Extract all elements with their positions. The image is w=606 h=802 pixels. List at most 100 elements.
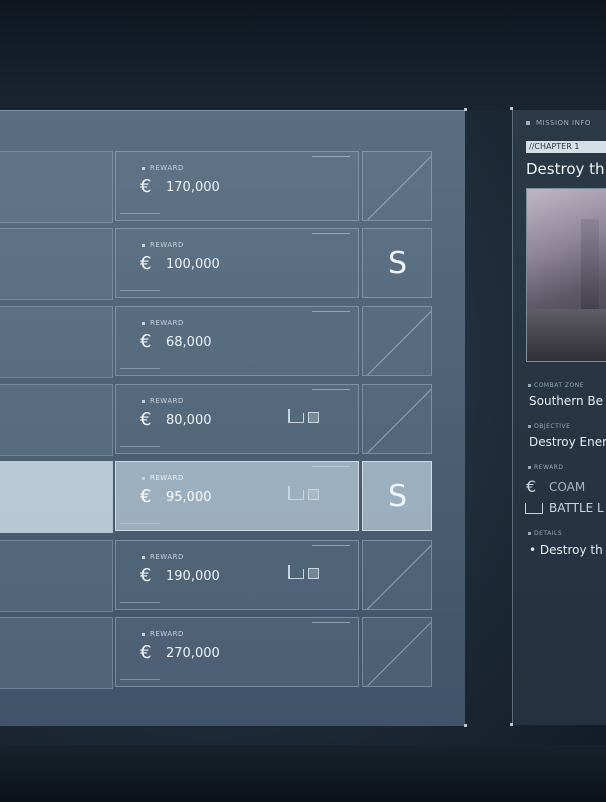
deco-line [312,311,350,314]
info-reward-label: REWARD [528,464,563,471]
condition-icons [288,409,324,425]
objective-label: OBJECTIVE [528,423,570,430]
objective-value: Destroy Ener [529,435,606,449]
empty-rank-slash [366,618,431,686]
mission-row-name-area[interactable] [0,540,113,612]
rank-box [362,384,432,454]
mission-title: Destroy th [526,160,605,178]
mission-row-name-area[interactable] [0,384,113,456]
mission-row[interactable]: REWARD €100,000 S [0,228,432,300]
reward-label: REWARD [142,474,184,482]
currency-icon: € [140,409,152,430]
deco-line [312,233,350,236]
deco-line [312,545,350,548]
mission-row[interactable]: REWARD €80,000 [0,384,432,456]
empty-rank-slash [366,541,431,609]
details-value: • Destroy th [529,543,603,557]
deco-line [120,446,160,449]
rank-box [362,151,432,221]
reward-amount: 68,000 [166,335,212,350]
reward-amount: 95,000 [166,490,212,505]
deco-line [312,466,350,469]
panel-corner-marker [510,107,513,110]
mission-row[interactable]: REWARD €68,000 [0,306,432,378]
condition-icons [288,486,324,502]
mission-row-name-area[interactable] [0,151,113,223]
combat-zone-label: COMBAT ZONE [528,382,584,389]
reward-box: REWARD €190,000 [115,540,359,610]
reward-label: REWARD [142,164,184,172]
rank-box [362,540,432,610]
currency-icon: € [140,642,152,663]
reward-box: REWARD €170,000 [115,151,359,221]
mission-row[interactable]: REWARD €95,000 S [0,461,432,533]
reward-label: REWARD [142,553,184,561]
mission-row-name-area[interactable] [0,306,113,378]
empty-rank-slash [366,152,431,220]
reward-battle-log: BATTLE L [549,501,604,515]
reward-box: REWARD €95,000 [115,461,359,531]
rank-box [362,306,432,376]
mission-row-name-area[interactable] [0,228,113,300]
reward-label: REWARD [142,319,184,327]
empty-rank-slash [366,385,431,453]
thumbnail-tower [581,219,599,315]
reward-amount: 100,000 [166,257,220,272]
battle-log-icon [288,409,304,423]
top-band [0,0,606,110]
checkbox-icon [308,568,319,579]
reward-amount: 170,000 [166,180,220,195]
rank-letter: S [387,246,409,281]
mission-row-name-area[interactable] [0,617,113,689]
mission-row[interactable]: REWARD €270,000 [0,617,432,689]
deco-line [120,368,160,371]
deco-line [312,156,350,159]
deco-line [120,679,160,682]
deco-line [120,523,160,526]
currency-icon: € [140,253,152,274]
currency-icon: € [140,176,152,197]
panel-corner-marker [510,723,513,726]
reward-label: REWARD [142,630,184,638]
reward-label: REWARD [142,241,184,249]
reward-box: REWARD €100,000 [115,228,359,298]
mission-list-panel: REWARD €170,000 REWARD €100,000 S REWARD €68,0… [0,108,467,727]
reward-amount: 270,000 [166,646,220,661]
reward-label: REWARD [142,397,184,405]
reward-amount: 190,000 [166,569,220,584]
checkbox-icon [308,489,319,500]
currency-icon: € [140,331,152,352]
details-label: DETAILS [528,530,562,537]
rank-box: S [362,461,432,531]
panel-corner-marker [464,724,467,727]
reward-box: REWARD €270,000 [115,617,359,687]
mission-info-panel: MISSION INFO //CHAPTER 1 Destroy th COMB… [510,107,606,726]
condition-icons [288,565,324,581]
mission-row[interactable]: REWARD €190,000 [0,540,432,612]
thumbnail-ground [527,309,606,361]
currency-icon: € [140,565,152,586]
battle-log-icon [525,503,543,514]
reward-amount: 80,000 [166,413,212,428]
reward-box: REWARD €68,000 [115,306,359,376]
currency-icon: € [140,486,152,507]
bottom-band [0,745,606,802]
checkbox-icon [308,412,319,423]
combat-zone-value: Southern Be [529,394,604,408]
mission-row[interactable]: REWARD €170,000 [0,151,432,223]
deco-line [120,290,160,293]
mission-row-name-area[interactable] [0,461,113,533]
battle-log-icon [288,565,304,579]
panel-corner-marker [464,108,467,111]
reward-coam: COAM [549,480,586,494]
deco-line [312,389,350,392]
mission-thumbnail [526,188,606,362]
empty-rank-slash [366,307,431,375]
deco-line [120,602,160,605]
rank-box: S [362,228,432,298]
battle-log-icon [288,486,304,500]
rank-letter: S [387,479,409,514]
rank-box [362,617,432,687]
chapter-tag: //CHAPTER 1 [526,141,606,153]
currency-icon: € [526,477,537,496]
